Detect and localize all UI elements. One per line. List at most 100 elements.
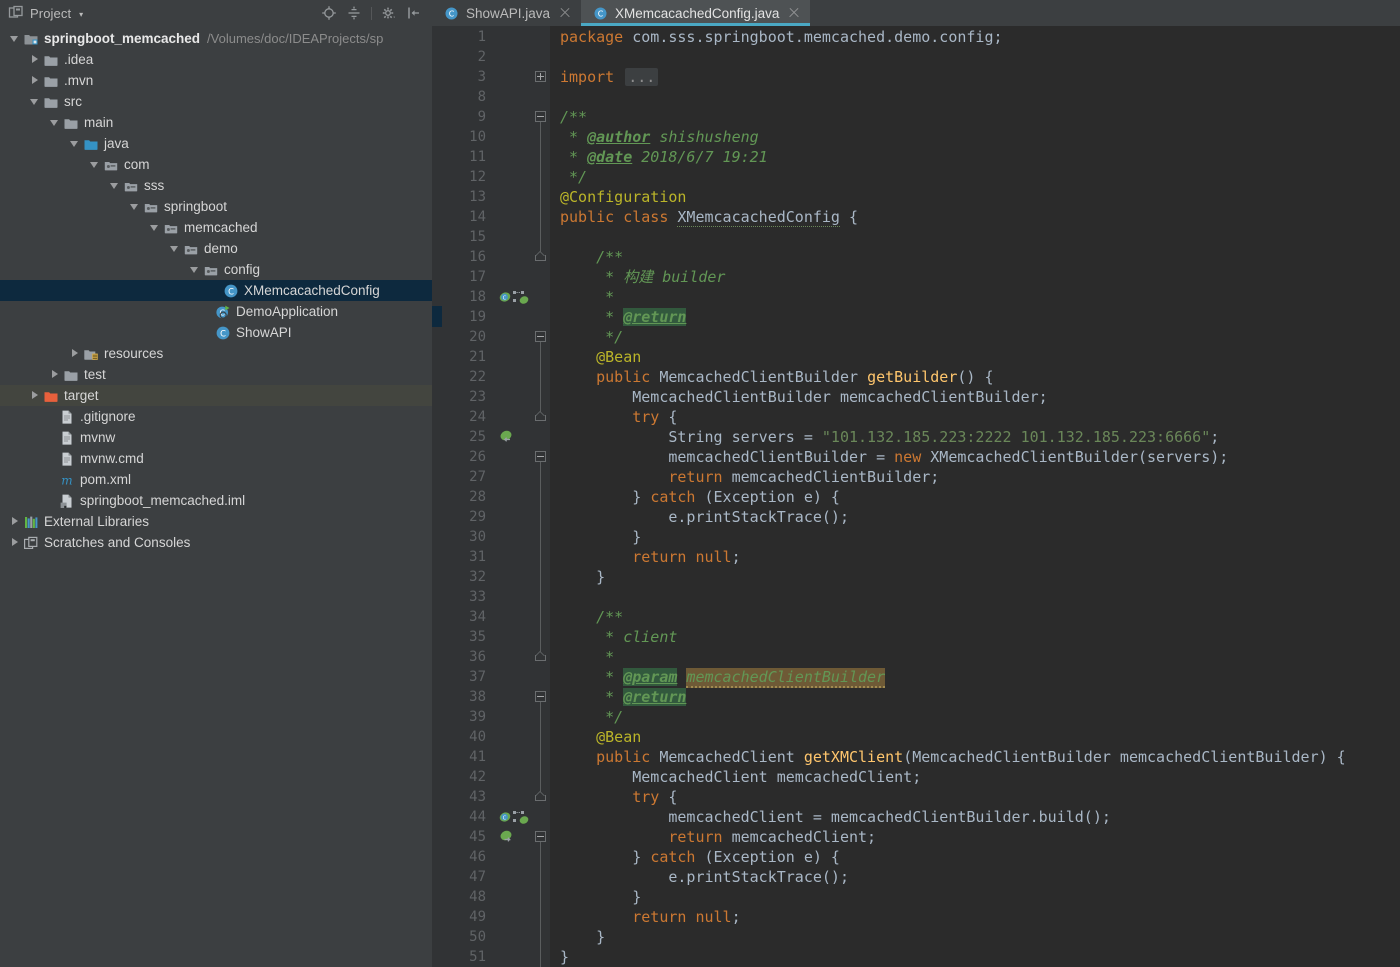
chevron-down-icon[interactable] [68,137,81,150]
code-token: MemcachedClient memcachedClient; [560,768,921,786]
code-line: return null; [550,907,1400,927]
project-dropdown-caret[interactable]: ▾ [79,10,83,19]
tree-row-label: springboot_memcached.iml [80,493,245,509]
chevron-down-icon[interactable] [8,32,21,45]
chevron-right-icon[interactable] [28,389,41,402]
fold-region-end-icon[interactable] [535,652,546,661]
tree-row-DemoApplication_class[interactable]: CDemoApplication [0,301,432,322]
line-number: 41 [442,747,494,767]
fold-collapse-icon[interactable] [535,111,547,123]
tree-row-pom_file[interactable]: mpom.xml [0,469,432,490]
tree-row-main_dir[interactable]: main [0,112,432,133]
tree-row-demo_pkg[interactable]: demo [0,238,432,259]
locate-icon[interactable] [321,5,337,21]
folded-import-placeholder[interactable]: ... [625,68,658,86]
fold-region-end-icon[interactable] [535,792,546,801]
chevron-down-icon[interactable] [188,263,201,276]
tree-row-gitignore_file[interactable]: .gitignore [0,406,432,427]
tree-row-external_libraries[interactable]: External Libraries [0,511,432,532]
project-tree[interactable]: springboot_memcached/Volumes/doc/IDEAPro… [0,26,432,967]
spring-bean-gutter-icon[interactable]: C [498,288,528,304]
code-token: builder [662,268,725,286]
code-token [560,828,668,846]
excluded-folder-icon [43,388,59,404]
chevron-down-icon[interactable] [108,179,121,192]
tree-row-mvnwcmd_file[interactable]: mvnw.cmd [0,448,432,469]
chevron-right-icon[interactable] [28,53,41,66]
tree-row-label: sss [144,178,164,194]
close-icon[interactable] [788,7,800,19]
tree-row-springboot_memcached[interactable]: springboot_memcached/Volumes/doc/IDEAPro… [0,28,432,49]
tree-row-XMemcacachedConfig_class[interactable]: CXMemcacachedConfig [0,280,432,301]
tree-row-scratches[interactable]: Scratches and Consoles [0,532,432,553]
tree-row-mvn_dir[interactable]: .mvn [0,70,432,91]
fold-region-end-icon[interactable] [535,252,546,261]
settings-gear-icon[interactable] [381,5,397,21]
code-line: try { [550,787,1400,807]
chevron-down-icon[interactable] [128,200,141,213]
editor-tab-xmemcacachedconfig-java[interactable]: CXMemcacachedConfig.java [581,0,810,26]
editor-tab-bar[interactable]: CShowAPI.javaCXMemcacachedConfig.java [432,0,1400,26]
line-number: 34 [442,607,494,627]
chevron-right-icon[interactable] [68,347,81,360]
spring-bean-override-gutter-icon[interactable] [498,428,528,444]
collapse-all-icon[interactable] [346,5,362,21]
code-line: * @return [550,307,1400,327]
project-title-group[interactable]: Project ▾ [8,5,83,21]
spring-bean-autowire-gutter-icon[interactable] [498,828,528,844]
code-token: ; [732,548,741,566]
editor-tab-showapi-java[interactable]: CShowAPI.java [432,0,581,26]
tree-row-mvnw_file[interactable]: mvnw [0,427,432,448]
fold-region-end-icon[interactable] [535,412,546,421]
code-editor[interactable]: 1238910111213141516171819202122232425262… [432,26,1400,967]
project-tool-window: Project ▾ [0,0,432,967]
code-token: import [560,68,623,86]
code-text-content[interactable]: package com.sss.springboot.memcached.dem… [550,26,1400,967]
code-token: * [560,288,614,306]
fold-collapse-icon[interactable] [535,831,547,843]
tree-row-config_pkg[interactable]: config [0,259,432,280]
javadoc-tag: @param [623,668,677,686]
tree-row-resources_dir[interactable]: resources [0,343,432,364]
chevron-right-icon[interactable] [8,515,21,528]
hide-panel-icon[interactable] [406,5,422,21]
tree-row-target_dir[interactable]: target [0,385,432,406]
fold-collapse-icon[interactable] [535,691,547,703]
code-token: * [560,308,623,326]
tree-row-label: mvnw.cmd [80,451,144,467]
tree-row-src_dir[interactable]: src [0,91,432,112]
line-number: 24 [442,407,494,427]
tree-row-java_dir[interactable]: java [0,133,432,154]
chevron-down-icon[interactable] [88,158,101,171]
chevron-down-icon[interactable] [148,221,161,234]
gutter-icon-column[interactable]: CC [494,26,532,967]
chevron-right-icon[interactable] [8,536,21,549]
code-folding-column[interactable] [532,26,550,967]
code-line: * [550,287,1400,307]
chevron-down-icon[interactable] [48,116,61,129]
project-window-icon [8,5,24,21]
toolbar-separator [371,7,372,20]
tree-row-com_pkg[interactable]: com [0,154,432,175]
tree-row-ShowAPI_class[interactable]: CShowAPI [0,322,432,343]
line-number: 19 [442,307,494,327]
line-number: 8 [442,87,494,107]
chevron-right-icon[interactable] [28,74,41,87]
tree-row-label: test [84,367,106,383]
fold-expand-icon[interactable] [535,71,547,83]
fold-collapse-icon[interactable] [535,451,547,463]
spring-bean-gutter-icon[interactable]: C [498,808,528,824]
chevron-down-icon[interactable] [168,242,181,255]
chevron-right-icon[interactable] [48,368,61,381]
tree-row-iml_file[interactable]: springboot_memcached.iml [0,490,432,511]
code-token [560,408,632,426]
chevron-down-icon[interactable] [28,95,41,108]
tree-row-sss_pkg[interactable]: sss [0,175,432,196]
code-token: String servers = [560,428,822,446]
tree-row-springboot_pkg[interactable]: springboot [0,196,432,217]
fold-collapse-icon[interactable] [535,331,547,343]
close-icon[interactable] [559,7,571,19]
tree-row-memcached_pkg[interactable]: memcached [0,217,432,238]
tree-row-idea_dir[interactable]: .idea [0,49,432,70]
tree-row-test_dir[interactable]: test [0,364,432,385]
